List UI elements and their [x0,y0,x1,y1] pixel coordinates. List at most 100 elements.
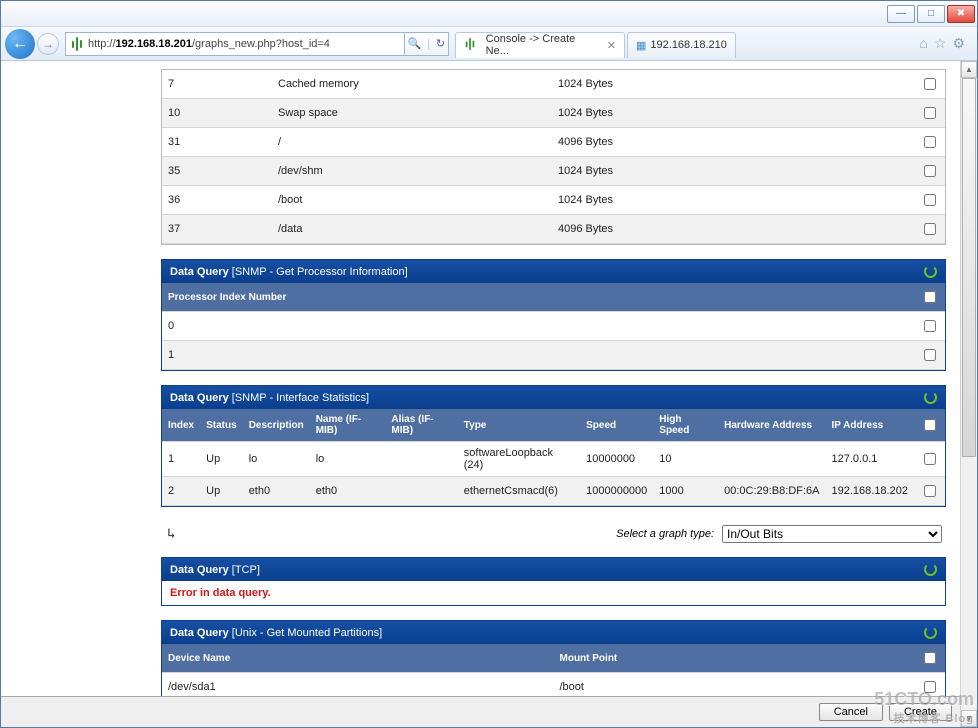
cacti-icon [464,38,478,52]
nav-back-button[interactable]: ← [5,29,35,59]
window-title-bar: ― □ ✖ [1,1,977,27]
cell-allocation: 1024 Bytes [552,186,914,215]
table-row[interactable]: 37 /data 4096 Bytes [162,215,945,244]
browser-nav-bar: ← → http://192.168.18.201/graphs_new.php… [1,27,977,61]
reload-icon[interactable] [924,391,937,404]
tab-label: 192.168.18.210 [650,39,726,51]
row-checkbox[interactable] [924,349,936,361]
address-bar[interactable]: http://192.168.18.201/graphs_new.php?hos… [65,32,405,56]
graph-type-label: Select a graph type: [616,528,714,540]
section-title: Data Query [170,627,229,639]
table-row[interactable]: 31 / 4096 Bytes [162,128,945,157]
grid-icon: ▦ [636,39,646,52]
row-checkbox[interactable] [924,107,936,119]
row-checkbox[interactable] [924,681,936,693]
search-icon[interactable]: 🔍 [408,37,422,50]
table-row[interactable]: 36 /boot 1024 Bytes [162,186,945,215]
cell-description: Cached memory [272,70,552,99]
cell-index: 37 [162,215,272,244]
cell-description: / [272,128,552,157]
window-maximize-button[interactable]: □ [917,5,945,23]
cell [385,442,457,477]
reload-icon[interactable] [924,563,937,576]
cell: eth0 [243,477,310,506]
table-row[interactable]: 1 [162,341,945,370]
cell: 10000000 [580,442,653,477]
reload-icon[interactable] [924,265,937,278]
favorites-icon[interactable]: ☆ [934,35,947,52]
corner-arrow-icon: ↳ [165,526,175,542]
tab-close-icon[interactable]: ✕ [607,39,616,52]
row-checkbox[interactable] [924,223,936,235]
cell: lo [310,442,386,477]
window-close-button[interactable]: ✖ [947,5,975,23]
column-header: High Speed [653,409,718,442]
tools-icon[interactable]: ⚙ [952,35,965,52]
row-checkbox[interactable] [924,485,936,497]
table-row[interactable]: 7 Cached memory 1024 Bytes [162,70,945,99]
cell: Up [200,477,243,506]
graph-type-selector-row: ↳ Select a graph type: In/Out Bits [161,521,946,543]
refresh-icon[interactable]: ↻ [436,37,445,50]
table-row[interactable]: 10 Swap space 1024 Bytes [162,99,945,128]
row-checkbox[interactable] [924,320,936,332]
tab-console[interactable]: Console -> Create Ne... ✕ [455,32,625,58]
cell: 1 [162,442,200,477]
cell: 1000 [653,477,718,506]
column-header: Alias (IF-MIB) [385,409,457,442]
vertical-scrollbar[interactable]: ▲ ▼ [960,61,977,727]
reload-icon[interactable] [924,626,937,639]
cell-description: /data [272,215,552,244]
browser-tabs: Console -> Create Ne... ✕ ▦ 192.168.18.2… [455,30,911,58]
table-row[interactable]: 0 [162,312,945,341]
column-header: Hardware Address [718,409,825,442]
cell-index: 10 [162,99,272,128]
select-all-checkbox[interactable] [924,291,936,303]
cancel-button[interactable]: Cancel [819,703,883,721]
row-checkbox[interactable] [924,136,936,148]
row-checkbox[interactable] [924,194,936,206]
graph-type-select[interactable]: In/Out Bits [722,525,942,543]
cell-description: Swap space [272,99,552,128]
cell-proc-index: 0 [162,312,914,341]
scroll-up-icon[interactable]: ▲ [961,61,977,78]
row-checkbox[interactable] [924,78,936,90]
cell [718,442,825,477]
table-row[interactable]: 35 /dev/shm 1024 Bytes [162,157,945,186]
section-subtitle: [Unix - Get Mounted Partitions] [232,627,382,639]
create-button[interactable]: Create [889,703,952,721]
nav-forward-button[interactable]: → [37,33,59,55]
processor-data-query: Data Query [SNMP - Get Processor Informa… [161,259,946,371]
search-refresh-cluster: 🔍 | ↻ [405,32,449,56]
cell-allocation: 4096 Bytes [552,215,914,244]
row-checkbox[interactable] [924,453,936,465]
column-header: Processor Index Number [162,283,914,312]
scroll-down-icon[interactable]: ▼ [961,710,977,727]
cell-index: 35 [162,157,272,186]
table-row[interactable]: 1 Up lo lo softwareLoopback (24) 1000000… [162,442,945,477]
cell: softwareLoopback (24) [458,442,580,477]
tab-device[interactable]: ▦ 192.168.18.210 [627,32,736,58]
table-row[interactable]: 2 Up eth0 eth0 ethernetCsmacd(6) 1000000… [162,477,945,506]
section-title: Data Query [170,392,229,404]
select-all-checkbox[interactable] [924,652,936,664]
cell-description: /dev/shm [272,157,552,186]
cell-description: /boot [272,186,552,215]
storage-table-fragment: 7 Cached memory 1024 Bytes 10 Swap space… [161,69,946,245]
scrollbar-thumb[interactable] [962,78,976,457]
section-subtitle: [TCP] [232,564,260,576]
section-subtitle: [SNMP - Get Processor Information] [232,266,408,278]
cell [385,477,457,506]
home-icon[interactable]: ⌂ [919,35,927,52]
cell: ethernetCsmacd(6) [458,477,580,506]
section-subtitle: [SNMP - Interface Statistics] [232,392,369,404]
cell-allocation: 1024 Bytes [552,99,914,128]
url-text: http://192.168.18.201/graphs_new.php?hos… [88,38,330,50]
cell: eth0 [310,477,386,506]
section-title: Data Query [170,266,229,278]
cell: 00:0C:29:B8:DF:6A [718,477,825,506]
row-checkbox[interactable] [924,165,936,177]
form-footer: Cancel Create [1,696,960,727]
window-minimize-button[interactable]: ― [887,5,915,23]
select-all-checkbox[interactable] [924,419,936,431]
